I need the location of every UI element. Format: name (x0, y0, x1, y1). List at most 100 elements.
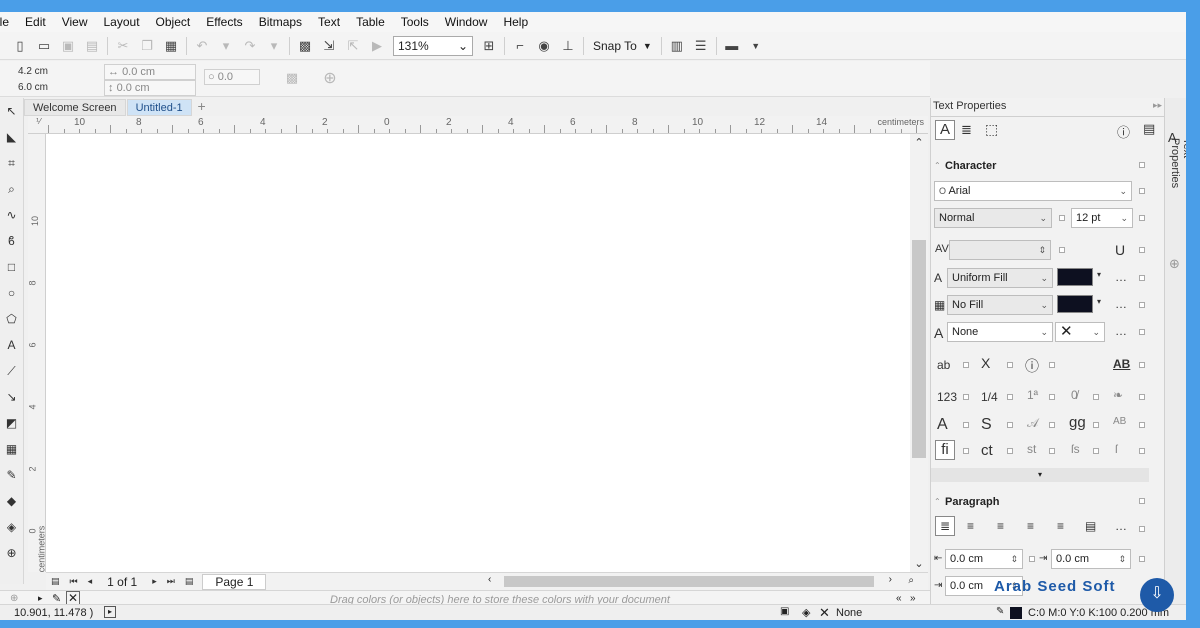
first-line-indent-field[interactable]: 0.0 cm ⇕ (1051, 549, 1131, 569)
info-circle-icon[interactable]: ⓘ (1025, 356, 1039, 376)
horizontal-scroll-thumb[interactable] (504, 576, 874, 587)
docker-options-icon[interactable]: ▤ (1143, 121, 1155, 137)
fill-type-select[interactable]: Uniform Fill ⌄ (947, 268, 1053, 288)
add-tab-icon[interactable]: + (193, 99, 211, 116)
new-document-icon[interactable]: ▯ (8, 35, 32, 57)
capitals-icon[interactable]: ab (937, 358, 950, 372)
horizontal-ruler[interactable]: ⅟ 10 8 6 4 2 0 2 4 6 8 10 12 14 centimet… (28, 116, 933, 134)
page-tab[interactable]: Page 1 (202, 573, 267, 590)
show-guidelines-icon[interactable]: ⊥ (556, 35, 580, 57)
menu-bitmaps[interactable]: Bitmaps (251, 15, 310, 29)
justify-icon[interactable]: ≡ (1057, 519, 1064, 533)
ornaments-icon[interactable]: ❧ (1113, 388, 1123, 402)
option-checkbox[interactable] (1139, 215, 1145, 221)
smart-fill-icon[interactable]: ◈ (0, 514, 23, 540)
option-checkbox[interactable] (1139, 422, 1145, 428)
discretionary-ligature-icon[interactable]: ct (981, 442, 993, 459)
titling-icon[interactable]: AB (1113, 416, 1126, 427)
option-checkbox[interactable] (1049, 422, 1055, 428)
option-checkbox[interactable] (1139, 275, 1145, 281)
publish-pdf-icon[interactable]: ▶ (365, 35, 389, 57)
stylistic-s-icon[interactable]: S (981, 416, 992, 434)
rotation-angle-field[interactable]: ○ 0.0 (204, 69, 260, 85)
contextual-alternates-icon[interactable]: ſs (1071, 442, 1080, 456)
tab-untitled-1[interactable]: Untitled-1 (126, 99, 192, 116)
paragraph-tab-icon[interactable]: ≣ (961, 122, 972, 138)
menu-edit[interactable]: Edit (17, 15, 54, 29)
swash-a-icon[interactable]: A (937, 416, 948, 434)
character-tab-icon[interactable]: A (935, 120, 955, 140)
stylistic-a-icon[interactable]: 𝒜 (1027, 416, 1038, 431)
all-caps-icon[interactable]: AB (1113, 357, 1130, 371)
left-indent-field[interactable]: 0.0 cm ⇕ (945, 549, 1023, 569)
collapse-section-icon[interactable]: ⌃ (934, 161, 941, 170)
scroll-down-icon[interactable]: ⌄ (910, 557, 928, 570)
tab-welcome-screen[interactable]: Welcome Screen (24, 99, 126, 116)
more-options-icon[interactable]: … (1115, 297, 1127, 311)
launcher-dropdown-icon[interactable]: ▼ (744, 35, 768, 57)
scroll-up-icon[interactable]: ⌃ (910, 136, 928, 149)
show-grid-icon[interactable]: ◉ (532, 35, 556, 57)
ligatures-icon[interactable]: fi (935, 440, 955, 460)
vertical-scrollbar[interactable]: ⌃ ⌄ (910, 134, 928, 572)
shape-tool-icon[interactable]: ◣ (0, 124, 23, 150)
more-options-icon[interactable]: … (1115, 270, 1127, 284)
menu-object[interactable]: Object (148, 15, 199, 29)
spinner-icon[interactable]: ⇕ (1118, 550, 1126, 568)
transform-icon[interactable]: ▩ (280, 67, 304, 89)
vertical-scroll-thumb[interactable] (912, 240, 926, 458)
font-style-select[interactable]: Normal ⌄ (934, 208, 1052, 228)
align-center-icon[interactable]: ≡ (997, 519, 1004, 533)
option-checkbox[interactable] (1139, 188, 1145, 194)
option-checkbox[interactable] (1093, 422, 1099, 428)
search-content-icon[interactable]: ▩ (293, 35, 317, 57)
print-icon[interactable]: ▤ (80, 35, 104, 57)
add-page-before-icon[interactable]: ▤ (46, 576, 65, 587)
collapse-docker-icon[interactable]: ▸▸ (1153, 100, 1162, 111)
zoom-level-select[interactable]: 131% ⌄ (393, 35, 473, 56)
palette-options-icon[interactable]: ⊕ (10, 593, 18, 604)
menu-text[interactable]: Text (310, 15, 348, 29)
option-checkbox[interactable] (1139, 247, 1145, 253)
undo-dropdown-icon[interactable]: ▾ (214, 35, 238, 57)
option-checkbox[interactable] (1139, 302, 1145, 308)
scroll-left-icon[interactable]: ‹ (488, 574, 491, 585)
option-checkbox[interactable] (1007, 422, 1013, 428)
option-checkbox[interactable] (1029, 556, 1035, 562)
object-height-value[interactable]: 6.0 cm (18, 82, 48, 93)
vertical-ruler[interactable]: 10 8 6 4 2 0 centimeters (28, 134, 46, 572)
more-options-icon[interactable]: … (1115, 324, 1127, 338)
freehand-tool-icon[interactable]: ∿ (0, 202, 23, 228)
option-checkbox[interactable] (1049, 448, 1055, 454)
ellipse-tool-icon[interactable]: ○ (0, 280, 23, 306)
option-checkbox[interactable] (963, 362, 969, 368)
ordinals-icon[interactable]: 1ª (1027, 388, 1038, 402)
numerals-icon[interactable]: 123 (937, 390, 957, 404)
option-checkbox[interactable] (963, 448, 969, 454)
force-justify-icon[interactable]: ▤ (1085, 519, 1096, 533)
no-color-swatch[interactable]: ✕ (66, 591, 80, 605)
color-dropdown-icon[interactable]: ▾ (1097, 270, 1101, 279)
spinner-icon[interactable]: ⇕ (1038, 241, 1046, 259)
status-menu-icon[interactable]: ▸ (104, 606, 116, 618)
background-color-swatch[interactable] (1057, 295, 1093, 313)
show-rulers-icon[interactable]: ⌐ (508, 35, 532, 57)
full-screen-preview-icon[interactable]: ⊞ (477, 35, 501, 57)
option-checkbox[interactable] (1059, 215, 1065, 221)
options-icon[interactable]: ☰ (689, 35, 713, 57)
last-page-icon[interactable]: ⏭ (162, 576, 180, 587)
frame-tab-icon[interactable]: ⬚ (985, 121, 998, 138)
spinner-icon[interactable]: ⇕ (1010, 550, 1018, 568)
crop-tool-icon[interactable]: ⌗ (0, 150, 23, 176)
option-checkbox[interactable] (1139, 394, 1145, 400)
option-checkbox[interactable] (1139, 362, 1145, 368)
text-tool-icon[interactable]: A (0, 332, 23, 358)
option-checkbox[interactable] (1007, 448, 1013, 454)
next-page-icon[interactable]: ▸ (147, 576, 162, 587)
menu-help[interactable]: Help (495, 15, 536, 29)
outline-color-select[interactable]: ✕ ⌄ (1055, 322, 1105, 342)
palette-left-icon[interactable]: « (896, 593, 902, 604)
import-icon[interactable]: ⇲ (317, 35, 341, 57)
superscript-icon[interactable]: X (981, 355, 990, 371)
option-checkbox[interactable] (1093, 448, 1099, 454)
